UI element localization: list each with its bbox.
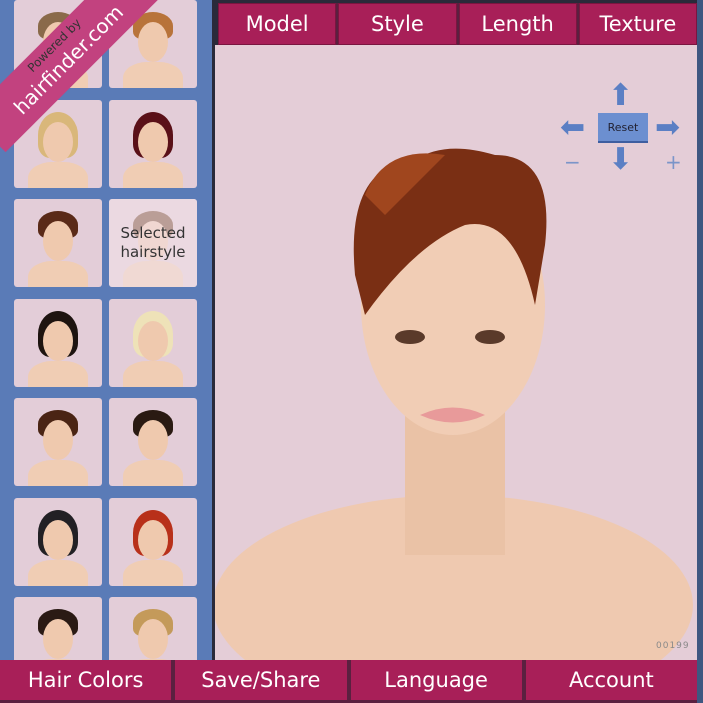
tab-account[interactable]: Account — [525, 660, 697, 700]
tab-length[interactable]: Length — [458, 3, 577, 45]
model-preview: ⬆ ⬅ ➡ ⬇ Reset − + 00199 — [215, 45, 697, 660]
tab-save-share[interactable]: Save/Share — [175, 660, 347, 700]
move-up-button[interactable]: ⬆ — [608, 81, 633, 111]
hairstyle-thumbnail[interactable] — [109, 597, 197, 660]
hairstyle-thumbnail[interactable]: Selected hairstyle — [109, 199, 197, 287]
move-down-button[interactable]: ⬇ — [608, 145, 633, 175]
hairstyle-thumbnail[interactable] — [109, 398, 197, 486]
scrollbar[interactable] — [697, 0, 703, 703]
hairstyle-thumbnail[interactable] — [109, 99, 197, 188]
hairstyle-thumbnail[interactable] — [14, 398, 102, 486]
hairstyle-thumbnail[interactable] — [14, 298, 102, 387]
zoom-in-button[interactable]: + — [665, 150, 682, 174]
hairstyle-thumbnail[interactable] — [109, 298, 197, 387]
move-left-button[interactable]: ⬅ — [560, 113, 585, 143]
zoom-out-button[interactable]: − — [564, 150, 581, 174]
tab-texture[interactable]: Texture — [578, 3, 697, 45]
hairstyle-sidebar[interactable]: Selected hairstyle Powered by hairfinder.c… — [0, 0, 212, 660]
tab-language[interactable]: Language — [350, 660, 522, 700]
reset-button[interactable]: Reset — [598, 113, 648, 143]
bottom-tab-bar: Hair Colors Save/Share Language Account — [0, 660, 697, 703]
top-tab-bar: Model Style Length Texture — [218, 3, 697, 45]
selected-hairstyle-label: Selected hairstyle — [109, 199, 197, 287]
hairstyle-thumbnail[interactable] — [14, 597, 102, 660]
hairstyle-thumbnail[interactable] — [109, 497, 197, 586]
hairstyle-thumbnail[interactable] — [14, 497, 102, 586]
tab-model[interactable]: Model — [218, 3, 337, 45]
tab-hair-colors[interactable]: Hair Colors — [0, 660, 172, 700]
image-code: 00199 — [656, 641, 690, 651]
move-right-button[interactable]: ➡ — [655, 113, 680, 143]
hairstyle-thumbnail[interactable] — [14, 199, 102, 287]
tab-style[interactable]: Style — [338, 3, 457, 45]
